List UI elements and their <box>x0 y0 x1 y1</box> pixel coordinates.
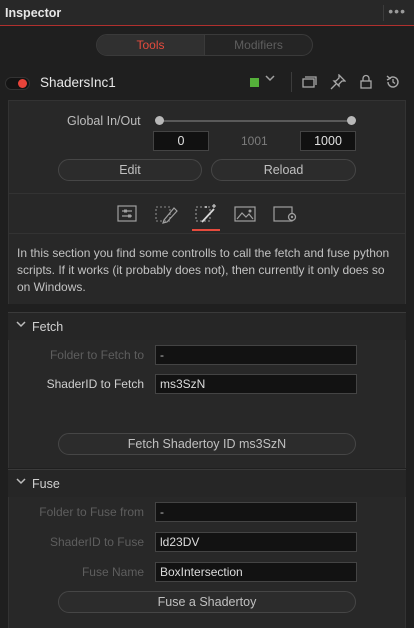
global-out-field[interactable]: 1000 <box>300 131 356 151</box>
section-description: In this section you find some controlls … <box>8 234 406 304</box>
fetch-folder-field[interactable]: - <box>155 345 357 365</box>
node-name: ShadersInc1 <box>40 75 116 90</box>
global-in-field[interactable]: 0 <box>153 131 209 151</box>
versions-icon[interactable] <box>301 74 317 90</box>
fuse-folder-field[interactable]: - <box>155 502 357 522</box>
inspector-header: Inspector ••• <box>0 0 414 26</box>
inspector-tabs: Tools Modifiers <box>96 34 313 56</box>
slider-start-handle[interactable] <box>155 116 164 125</box>
header-divider <box>383 5 384 21</box>
node-color-swatch[interactable] <box>250 78 259 87</box>
fetch-shaderid-label: ShaderID to Fetch <box>46 377 144 391</box>
fuse-folder-label: Folder to Fuse from <box>39 505 144 519</box>
fuse-shadertoy-button[interactable]: Fuse a Shadertoy <box>58 591 356 613</box>
tab-tools[interactable]: Tools <box>97 35 204 55</box>
global-inout-label: Global In/Out <box>67 114 141 128</box>
chevron-down-icon <box>16 476 26 489</box>
fetch-section-header[interactable]: Fetch <box>8 312 406 340</box>
pencil-tab-icon[interactable] <box>152 202 180 228</box>
node-enable-toggle[interactable] <box>5 77 30 90</box>
global-inout-panel: Global In/Out 0 1001 1000 Edit Reload <box>8 100 406 194</box>
fuse-shaderid-label: ShaderID to Fuse <box>49 535 144 549</box>
reset-icon[interactable] <box>385 74 401 90</box>
controls-tab-icon[interactable] <box>113 202 141 228</box>
settings-tab-icon[interactable] <box>271 202 299 228</box>
fetch-shadertoy-button[interactable]: Fetch Shadertoy ID ms3SzN <box>58 433 356 455</box>
control-page-tabs <box>8 194 406 234</box>
global-inout-slider[interactable] <box>159 120 353 122</box>
tab-modifiers[interactable]: Modifiers <box>204 35 312 55</box>
node-header: ShadersInc1 <box>0 64 414 100</box>
options-menu-icon[interactable]: ••• <box>388 3 406 19</box>
global-inout-mid: 1001 <box>241 134 268 148</box>
fuse-name-field[interactable]: BoxIntersection <box>155 562 357 582</box>
fuse-section-header[interactable]: Fuse <box>8 469 406 497</box>
lock-icon[interactable] <box>358 74 374 90</box>
slider-end-handle[interactable] <box>347 116 356 125</box>
fetch-folder-label: Folder to Fetch to <box>49 348 144 362</box>
node-toolbar-divider <box>291 72 292 92</box>
pin-icon[interactable] <box>330 73 347 90</box>
edit-button[interactable]: Edit <box>58 159 202 181</box>
reload-button[interactable]: Reload <box>211 159 356 181</box>
inspector-title: Inspector <box>5 6 62 20</box>
fetch-section-title: Fetch <box>32 320 64 334</box>
fuse-section-title: Fuse <box>32 477 60 491</box>
fetch-section-body: Folder to Fetch to - ShaderID to Fetch m… <box>8 340 406 468</box>
magic-wand-tab-icon[interactable] <box>192 202 220 231</box>
fuse-name-label: Fuse Name <box>81 565 144 579</box>
image-tab-icon[interactable] <box>231 202 259 228</box>
chevron-down-icon[interactable] <box>265 73 275 86</box>
fuse-section-body: Folder to Fuse from - ShaderID to Fuse l… <box>8 497 406 628</box>
fuse-shaderid-field[interactable]: ld23DV <box>155 532 357 552</box>
fetch-shaderid-field[interactable]: ms3SzN <box>155 374 357 394</box>
chevron-down-icon <box>16 319 26 332</box>
toggle-dot <box>18 79 27 88</box>
